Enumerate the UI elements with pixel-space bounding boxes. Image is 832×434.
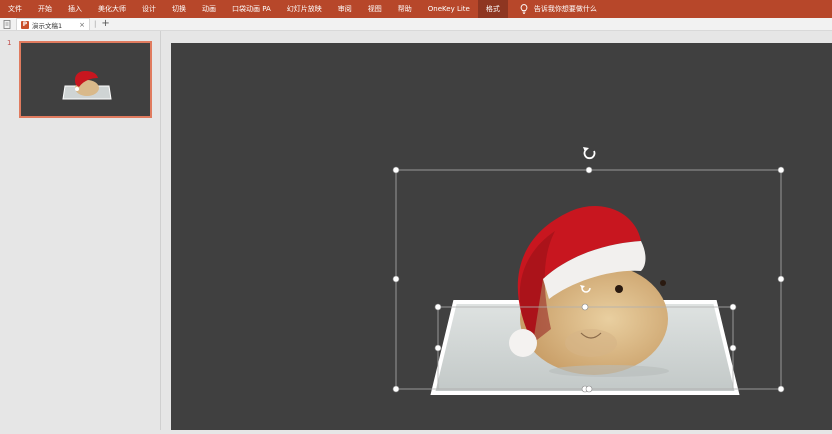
rotate-handle-icon bbox=[583, 147, 596, 159]
tab-insert[interactable]: 插入 bbox=[60, 0, 90, 18]
close-tab-button[interactable]: × bbox=[79, 21, 85, 29]
tab-transitions[interactable]: 切换 bbox=[164, 0, 194, 18]
tab-pocket-animation[interactable]: 口袋动画 PA bbox=[224, 0, 279, 18]
lightbulb-icon bbox=[520, 4, 528, 14]
tab-view[interactable]: 视图 bbox=[360, 0, 390, 18]
tab-beautify-master[interactable]: 美化大师 bbox=[90, 0, 134, 18]
document-tab-name: 演示文稿1 bbox=[32, 21, 63, 30]
editing-canvas bbox=[161, 31, 832, 430]
tab-separator: | bbox=[94, 20, 97, 28]
slide-content bbox=[392, 147, 785, 395]
slide-canvas[interactable] bbox=[171, 43, 832, 430]
new-tab-button[interactable]: + bbox=[101, 19, 109, 29]
tell-me-box[interactable]: 告诉我你想要做什么 bbox=[508, 4, 597, 14]
document-tab-strip: P 演示文稿1 × | + bbox=[0, 18, 832, 31]
ribbon-tabs: 文件 开始 插入 美化大师 设计 切换 动画 口袋动画 PA 幻灯片放映 审阅 … bbox=[0, 0, 832, 18]
document-tab[interactable]: P 演示文稿1 × bbox=[16, 18, 91, 30]
hat-pompom bbox=[509, 329, 537, 357]
slide-thumbnail[interactable] bbox=[19, 41, 152, 118]
tab-slideshow[interactable]: 幻灯片放映 bbox=[279, 0, 330, 18]
tab-onekey-lite[interactable]: OneKey Lite bbox=[420, 0, 478, 18]
tab-file[interactable]: 文件 bbox=[0, 0, 30, 18]
tab-review[interactable]: 审阅 bbox=[330, 0, 360, 18]
tab-design[interactable]: 设计 bbox=[134, 0, 164, 18]
tab-format[interactable]: 格式 bbox=[477, 0, 508, 18]
slide-number: 1 bbox=[7, 39, 12, 47]
tell-me-text: 告诉我你想要做什么 bbox=[533, 5, 597, 13]
thumbnail-preview bbox=[62, 71, 112, 100]
tab-animations[interactable]: 动画 bbox=[194, 0, 224, 18]
tab-help[interactable]: 帮助 bbox=[390, 0, 420, 18]
tab-home[interactable]: 开始 bbox=[30, 0, 60, 18]
slide-thumbnail-panel: 1 bbox=[0, 31, 161, 430]
document-list-icon[interactable] bbox=[3, 19, 12, 29]
powerpoint-icon: P bbox=[21, 20, 29, 29]
